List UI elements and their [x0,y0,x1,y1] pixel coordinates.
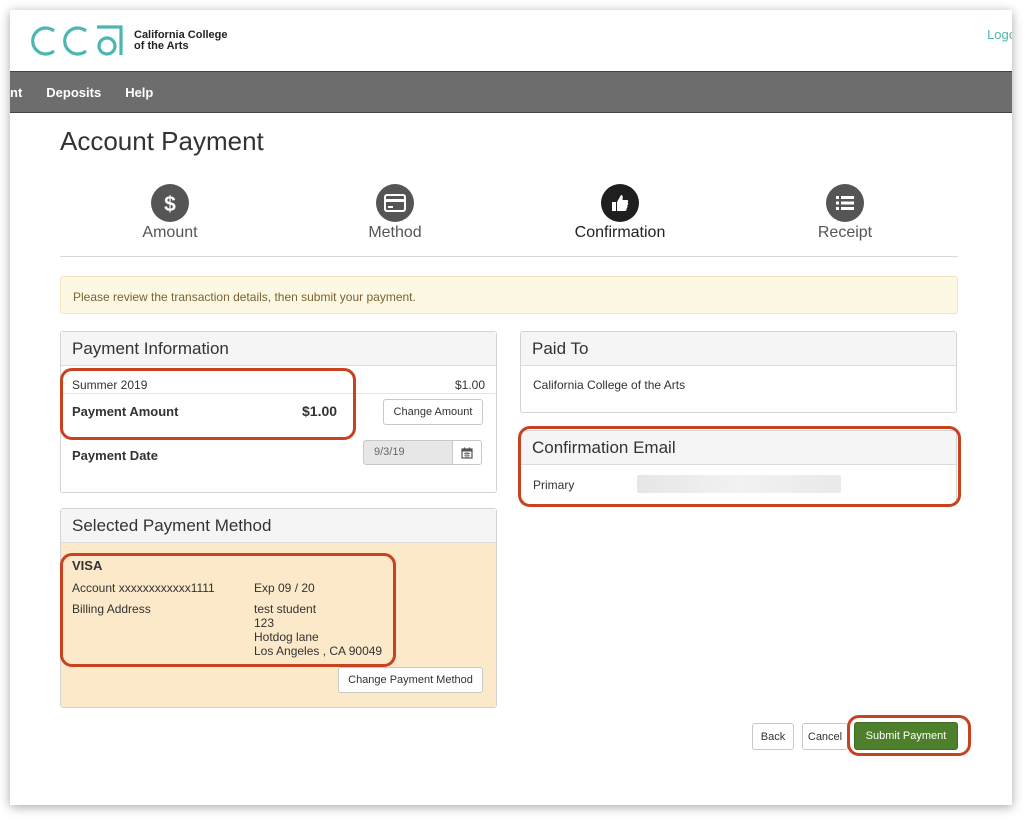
billing-line1: 123 [254,616,275,630]
step-amount[interactable]: $ Amount [110,184,230,242]
svg-text:$: $ [164,193,176,215]
payment-amount-value: $1.00 [302,403,338,419]
list-icon [826,184,864,222]
billing-city: Los Angeles , CA 90049 [254,644,383,658]
review-alert: Please review the transaction details, t… [60,276,958,314]
step-receipt[interactable]: Receipt [785,184,905,242]
step-receipt-label: Receipt [817,224,873,241]
card-expiry: Exp 09 / 20 [254,581,315,595]
card-icon [376,184,414,222]
college-logo[interactable]: California College of the Arts [28,24,228,58]
term-amount: $1.00 [454,378,485,392]
account-number: Account xxxxxxxxxxxx1111 [72,581,215,595]
back-button[interactable]: Back [752,723,794,750]
payment-method-body: VISA Account xxxxxxxxxxxx1111 Exp 09 / 2… [61,543,496,707]
primary-email-label: Primary [533,478,575,492]
step-method-label: Method [368,224,422,241]
logout-link[interactable]: Logo [987,27,1012,42]
billing-line2: Hotdog lane [254,630,319,644]
calendar-button[interactable] [452,440,482,465]
main-nav: nt Deposits Help [10,71,1012,113]
payment-information-panel: Payment Information Summer 2019 $1.00 Pa… [60,331,497,493]
step-confirmation[interactable]: Confirmation [560,184,680,242]
paid-to-title: Paid To [521,332,956,366]
calendar-icon [461,447,473,459]
nav-item-help[interactable]: Help [113,85,165,100]
step-confirmation-label: Confirmation [574,224,666,241]
step-method[interactable]: Method [335,184,455,242]
confirmation-email-title: Confirmation Email [521,431,956,465]
confirmation-email-panel: Confirmation Email Primary [520,430,957,505]
step-amount-label: Amount [142,224,198,241]
payment-method-panel: Selected Payment Method VISA Account xxx… [60,508,497,708]
thumbs-up-icon [601,184,639,222]
paid-to-panel: Paid To California College of the Arts [520,331,957,413]
nav-item-deposits[interactable]: Deposits [34,85,113,100]
card-type: VISA [72,558,103,573]
dollar-icon: $ [151,184,189,222]
payment-amount-label: Payment Amount [72,404,179,419]
nav-item-account[interactable]: nt [10,85,34,100]
browser-frame: California College of the Arts Logo nt D… [10,10,1012,805]
progress-steps: $ Amount Method Confirmation Receipt [60,182,958,257]
billing-address-label: Billing Address [72,602,151,616]
page-title: Account Payment [60,126,264,156]
billing-name: test student [254,602,317,616]
divider [61,393,496,394]
change-payment-method-button[interactable]: Change Payment Method [338,667,483,693]
term-label: Summer 2019 [72,378,148,392]
submit-payment-button[interactable]: Submit Payment [854,722,958,750]
redacted-email [637,475,841,493]
payment-method-title: Selected Payment Method [61,509,496,543]
change-amount-button[interactable]: Change Amount [383,399,483,425]
paid-to-value: California College of the Arts [533,378,686,392]
payment-date-field[interactable]: 9/3/19 [363,440,453,465]
cca-logo-mark [28,24,124,58]
payment-information-title: Payment Information [61,332,496,366]
logo-text: California College of the Arts [134,30,228,52]
cancel-button[interactable]: Cancel [802,723,848,750]
logo-text-line2: of the Arts [134,40,189,52]
payment-date-label: Payment Date [72,448,158,463]
